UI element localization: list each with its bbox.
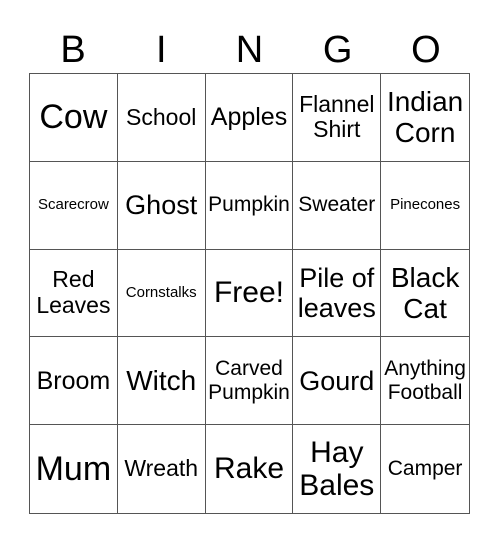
bingo-cell[interactable]: Indian Corn — [381, 74, 469, 162]
bingo-cell[interactable]: Pumpkin — [205, 161, 294, 250]
header-letter-n: N — [235, 29, 264, 71]
bingo-cell[interactable]: Sweater — [293, 161, 382, 250]
bingo-cell[interactable]: Wreath — [118, 425, 206, 513]
bingo-cell[interactable]: Camper — [381, 425, 469, 513]
bingo-cell[interactable]: Ghost — [117, 161, 206, 250]
bingo-cell[interactable]: Scarecrow — [30, 161, 118, 250]
free-space[interactable]: Free! — [205, 249, 294, 338]
bingo-cell[interactable]: Witch — [117, 337, 206, 426]
bingo-cell[interactable]: Pinecones — [381, 162, 469, 250]
bingo-cell[interactable]: Cornstalks — [117, 249, 206, 338]
header-letter-b: B — [60, 29, 86, 71]
bingo-cell[interactable]: Apples — [205, 74, 294, 162]
bingo-cell[interactable]: Red Leaves — [30, 249, 118, 338]
header-letter-i: I — [156, 29, 167, 71]
bingo-cell[interactable]: Hay Bales — [293, 425, 382, 513]
bingo-cell[interactable]: Black Cat — [381, 250, 469, 338]
bingo-cell[interactable]: Rake — [206, 425, 294, 513]
header-letter-g: G — [322, 29, 353, 71]
bingo-cell[interactable]: Cow — [30, 74, 118, 162]
bingo-cell[interactable]: Pile of leaves — [293, 249, 382, 338]
bingo-cell[interactable]: School — [117, 74, 206, 162]
bingo-cell[interactable]: Mum — [30, 425, 118, 513]
bingo-cell[interactable]: Broom — [30, 337, 118, 426]
bingo-cell[interactable]: Gourd — [293, 337, 382, 426]
bingo-card-grid: Cow School Apples Flannel Shirt Indian C… — [29, 73, 470, 514]
bingo-cell[interactable]: Flannel Shirt — [293, 74, 382, 162]
bingo-header: B I N G O — [29, 28, 470, 72]
bingo-cell[interactable]: Carved Pumpkin — [205, 337, 294, 426]
bingo-cell[interactable]: Anything Football — [381, 337, 469, 426]
header-letter-o: O — [411, 29, 441, 71]
